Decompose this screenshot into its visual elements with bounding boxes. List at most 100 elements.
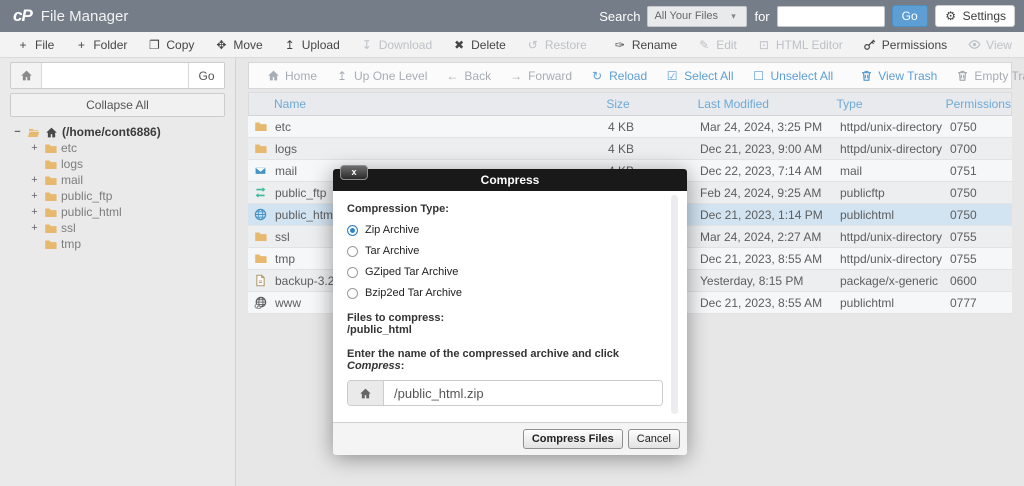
nav-item-home: Home <box>257 69 326 83</box>
restore-icon: ↺ <box>526 38 540 52</box>
column-header-permissions[interactable]: Permissions <box>946 97 1011 111</box>
tree-expand-toggle[interactable]: + <box>30 174 39 186</box>
path-input[interactable] <box>42 63 188 88</box>
tree-collapse-toggle[interactable]: − <box>13 126 22 138</box>
tree-expand-toggle[interactable]: + <box>30 206 39 218</box>
file-permissions: 0755 <box>950 252 1012 266</box>
column-header-type[interactable]: Type <box>837 97 946 111</box>
tree-item-mail[interactable]: +mail <box>13 172 231 188</box>
file-name-cell: etc <box>248 120 608 134</box>
edit-icon: ✎ <box>697 38 711 52</box>
compression-option-tar-archive[interactable]: Tar Archive <box>347 245 663 257</box>
tree-item-etc[interactable]: +etc <box>13 140 231 156</box>
toolbar-item-folder[interactable]: +Folder <box>64 32 137 58</box>
tree-root-label: (/home/cont6886) <box>62 125 161 139</box>
download-icon: ↧ <box>360 38 374 52</box>
compress-files-button[interactable]: Compress Files <box>523 429 623 449</box>
table-row[interactable]: logs4 KBDec 21, 2023, 9:00 AMhttpd/unix-… <box>248 138 1012 160</box>
search-go-button[interactable]: Go <box>892 5 928 27</box>
tree-item-public-ftp[interactable]: +public_ftp <box>13 188 231 204</box>
compression-option-zip-archive[interactable]: Zip Archive <box>347 224 663 236</box>
file-name: ssl <box>275 230 290 244</box>
home-icon <box>19 69 33 83</box>
nav-item-view-trash[interactable]: View Trash <box>850 69 946 83</box>
tree-expand-toggle[interactable]: + <box>30 190 39 202</box>
tree-expand-toggle[interactable]: + <box>30 222 39 234</box>
toolbar-item-label: Delete <box>471 38 506 52</box>
settings-button[interactable]: ⚙ Settings <box>935 5 1015 27</box>
toolbar-item-file[interactable]: +File <box>6 32 64 58</box>
toolbar-item-copy[interactable]: ❐Copy <box>137 32 204 58</box>
compression-option-gziped-tar-archive[interactable]: GZiped Tar Archive <box>347 266 663 278</box>
column-header-name[interactable]: Name <box>249 97 606 111</box>
move-icon: ✥ <box>214 38 228 52</box>
collapse-all-button[interactable]: Collapse All <box>10 93 225 117</box>
file-modified: Mar 24, 2024, 3:25 PM <box>700 120 840 134</box>
file-permissions: 0750 <box>950 120 1012 134</box>
tree-item-logs[interactable]: logs <box>13 156 231 172</box>
instruction-em: Compress <box>347 360 401 372</box>
trash-icon <box>955 69 969 83</box>
file-permissions: 0777 <box>950 296 1012 310</box>
dialog-close-button[interactable]: x <box>340 165 368 180</box>
house-icon <box>266 69 280 83</box>
file-permissions: 0600 <box>950 274 1012 288</box>
compression-option-bzip2ed-tar-archive[interactable]: Bzip2ed Tar Archive <box>347 287 663 299</box>
radio-button[interactable] <box>347 246 358 257</box>
cancel-button[interactable]: Cancel <box>628 429 680 449</box>
toolbar-item-upload[interactable]: ↥Upload <box>273 32 350 58</box>
file-name: public_ftp <box>275 186 326 200</box>
radio-label: Bzip2ed Tar Archive <box>365 287 462 299</box>
folder-icon <box>253 252 267 266</box>
dialog-scrollbar[interactable] <box>671 195 678 414</box>
radio-button[interactable] <box>347 225 358 236</box>
radio-button[interactable] <box>347 267 358 278</box>
nav-item-unselect-all[interactable]: ☐Unselect All <box>743 69 843 83</box>
eye-icon <box>967 38 981 52</box>
search-input[interactable] <box>777 6 885 27</box>
compress-dialog: x Compress Compression Type: Zip Archive… <box>333 169 687 455</box>
nav-item-label: Empty Trash <box>974 69 1024 83</box>
folder-open-icon <box>26 125 40 139</box>
file-name: etc <box>275 120 291 134</box>
toolbar-item-label: Move <box>233 38 262 52</box>
folder-icon <box>43 237 57 251</box>
nav-item-label: Home <box>285 69 317 83</box>
tree-expand-toggle[interactable]: + <box>30 142 39 154</box>
column-header-last-modified[interactable]: Last Modified <box>698 97 837 111</box>
tree-item-ssl[interactable]: +ssl <box>13 220 231 236</box>
instruction-pre: Enter the name of the compressed archive… <box>347 348 619 360</box>
toolbar-item-permissions[interactable]: Permissions <box>853 32 957 58</box>
folder-icon <box>43 221 57 235</box>
archive-name-input[interactable] <box>384 381 662 405</box>
toolbar: +File+Folder❐Copy✥Move↥Upload↧Download✖D… <box>0 32 1024 58</box>
file-icon <box>253 274 267 288</box>
path-go-button[interactable]: Go <box>188 63 224 88</box>
instruction-post: : <box>401 360 405 372</box>
table-row[interactable]: etc4 KBMar 24, 2024, 3:25 PMhttpd/unix-d… <box>248 116 1012 138</box>
tree-item-label: public_html <box>61 205 122 219</box>
search-scope-select[interactable]: All Your Files ▾ <box>647 6 747 27</box>
search-label: Search <box>599 9 640 24</box>
toolbar-item-rename[interactable]: ✑Rename <box>603 32 687 58</box>
file-table-header: NameSizeLast ModifiedTypePermissions <box>248 92 1012 116</box>
radio-button[interactable] <box>347 288 358 299</box>
nav-item-reload[interactable]: ↻Reload <box>581 69 656 83</box>
tree-item-public-html[interactable]: + public_html <box>13 204 231 220</box>
toolbar-item-label: View <box>986 38 1012 52</box>
toolbar-item-delete[interactable]: ✖Delete <box>442 32 516 58</box>
tree-item-tmp[interactable]: tmp <box>13 236 231 252</box>
tree-root-home[interactable]: − (/home/cont6886) <box>13 124 231 140</box>
nav-item-label: Unselect All <box>771 69 834 83</box>
home-path-addon[interactable] <box>11 63 42 88</box>
masthead: cP File Manager Search All Your Files ▾ … <box>0 0 1024 32</box>
html-editor-icon: ⊡ <box>757 38 771 52</box>
plus-icon: + <box>74 38 88 52</box>
nav-item-select-all[interactable]: ☑Select All <box>656 69 742 83</box>
trash-icon <box>859 69 873 83</box>
file-type: package/x-generic <box>840 274 950 288</box>
folder-icon <box>43 189 57 203</box>
toolbar-item-move[interactable]: ✥ Move <box>204 32 272 58</box>
column-header-size[interactable]: Size <box>606 97 697 111</box>
envelope-icon <box>253 164 267 178</box>
